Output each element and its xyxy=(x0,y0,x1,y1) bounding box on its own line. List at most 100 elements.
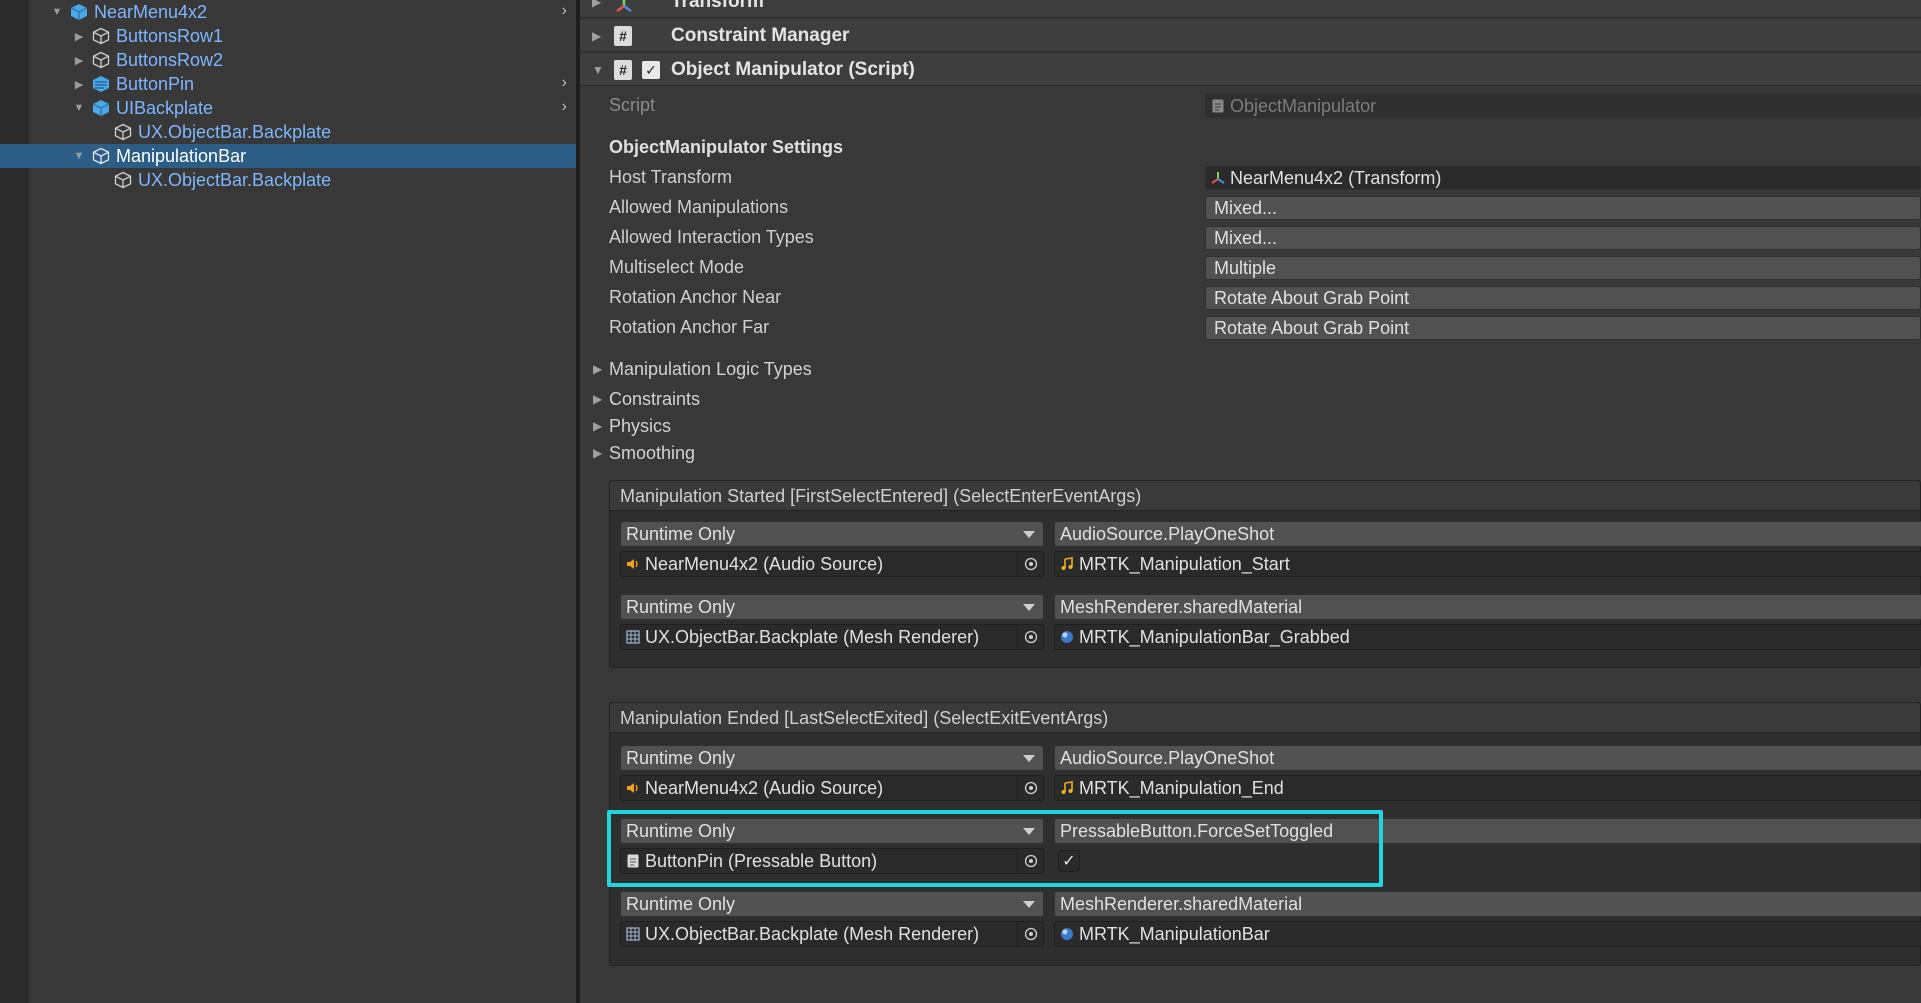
fold-arrow-icon: ▶ xyxy=(593,419,603,433)
component-header-transform[interactable]: ▶ Transform xyxy=(580,0,1921,18)
script-hash-icon: # xyxy=(614,60,632,80)
foldout-label: Manipulation Logic Types xyxy=(609,359,812,379)
prop-row-allowed-manipulations: Allowed Manipulations Mixed... xyxy=(580,195,1921,221)
prop-label: Rotation Anchor Far xyxy=(609,317,770,337)
prop-row-multiselect-mode: Multiselect Mode Multiple xyxy=(580,255,1921,281)
function-dropdown[interactable]: AudioSource.PlayOneShot xyxy=(1054,745,1921,771)
dropdown-value: Runtime Only xyxy=(626,523,736,544)
host-transform-field[interactable]: NearMenu4x2 (Transform) xyxy=(1205,166,1921,190)
component-title: Object Manipulator (Script) xyxy=(671,58,915,80)
fold-arrow-icon[interactable]: ▼ xyxy=(592,63,604,77)
field-value: MRTK_Manipulation_Start xyxy=(1079,553,1290,574)
hierarchy-item-ux-objectbar-backplate[interactable]: UX.ObjectBar.Backplate xyxy=(108,168,577,192)
multiselect-mode-dropdown[interactable]: Multiple xyxy=(1205,256,1921,280)
argument-object-field[interactable]: MRTK_Manipulation_Start xyxy=(1054,551,1921,577)
function-dropdown[interactable]: MeshRenderer.sharedMaterial xyxy=(1054,594,1921,620)
audio-source-icon xyxy=(625,780,641,796)
component-header-object-manipulator[interactable]: ▼ # ✓ Object Manipulator (Script) xyxy=(580,54,1921,86)
gameobject-cube-icon xyxy=(112,169,134,191)
prop-row-rotation-anchor-far: Rotation Anchor Far Rotate About Grab Po… xyxy=(580,315,1921,341)
function-dropdown[interactable]: MeshRenderer.sharedMaterial xyxy=(1054,891,1921,917)
foldout-label: Smoothing xyxy=(609,443,696,463)
foldout-smoothing[interactable]: ▶ Smoothing xyxy=(580,441,1180,467)
expand-arrow-icon[interactable]: ▼ xyxy=(72,102,86,114)
highlight-box xyxy=(607,810,1383,887)
object-picker-icon[interactable] xyxy=(1017,776,1043,800)
prop-label: Allowed Manipulations xyxy=(609,197,789,217)
hierarchy-item-label: UX.ObjectBar.Backplate xyxy=(138,121,332,142)
gameobject-cube-icon xyxy=(90,25,112,47)
foldout-label: Constraints xyxy=(609,389,701,409)
event-title: Manipulation Started [FirstSelectEntered… xyxy=(620,486,1142,506)
component-header-constraint-manager[interactable]: ▶ # Constraint Manager xyxy=(580,20,1921,52)
object-picker-icon[interactable] xyxy=(1017,552,1043,576)
chevron-down-icon xyxy=(1023,755,1035,762)
expand-arrow-icon[interactable]: ▶ xyxy=(72,78,86,91)
argument-object-field[interactable]: MRTK_ManipulationBar_Grabbed xyxy=(1054,624,1921,650)
target-object-field[interactable]: NearMenu4x2 (Audio Source) xyxy=(620,551,1044,577)
runtime-mode-dropdown[interactable]: Runtime Only xyxy=(620,891,1044,917)
transform-icon xyxy=(614,0,634,21)
hierarchy-item-nearmenu4x2[interactable]: ▼ NearMenu4x2 › xyxy=(50,0,577,24)
foldout-physics[interactable]: ▶ Physics xyxy=(580,414,1180,440)
rotation-anchor-near-dropdown[interactable]: Rotate About Grab Point xyxy=(1205,286,1921,310)
chevron-right-icon[interactable]: › xyxy=(562,98,567,116)
object-picker-icon[interactable] xyxy=(1017,625,1043,649)
hierarchy-item-ux-objectbar-backplate[interactable]: UX.ObjectBar.Backplate xyxy=(108,120,577,144)
object-picker-icon[interactable] xyxy=(1017,922,1043,946)
runtime-mode-dropdown[interactable]: Runtime Only xyxy=(620,745,1044,771)
foldout-label: Physics xyxy=(609,416,672,436)
expand-arrow-icon[interactable]: ▼ xyxy=(72,150,86,162)
hierarchy-item-buttonsrow1[interactable]: ▶ ButtonsRow1 xyxy=(72,24,577,48)
target-object-field[interactable]: UX.ObjectBar.Backplate (Mesh Renderer) xyxy=(620,624,1044,650)
field-value: MRTK_Manipulation_End xyxy=(1079,777,1284,798)
chevron-down-icon xyxy=(1023,531,1035,538)
allowed-interaction-types-dropdown[interactable]: Mixed... xyxy=(1205,226,1921,250)
field-value: NearMenu4x2 (Audio Source) xyxy=(645,777,884,798)
allowed-manipulations-dropdown[interactable]: Mixed... xyxy=(1205,196,1921,220)
prefab-cube-icon xyxy=(90,97,112,119)
audio-clip-icon xyxy=(1059,556,1075,572)
script-hash-icon: # xyxy=(614,26,632,46)
fold-arrow-icon: ▶ xyxy=(593,392,603,406)
hierarchy-item-buttonpin[interactable]: ▶ ButtonPin › xyxy=(72,72,577,96)
script-value: ObjectManipulator xyxy=(1230,95,1377,116)
chevron-down-icon xyxy=(1023,604,1035,611)
event-title: Manipulation Ended [LastSelectExited] (S… xyxy=(620,708,1109,728)
component-enabled-checkbox[interactable]: ✓ xyxy=(642,61,660,79)
foldout-constraints[interactable]: ▶ Constraints xyxy=(580,387,1180,413)
argument-object-field[interactable]: MRTK_Manipulation_End xyxy=(1054,775,1921,801)
mesh-renderer-icon xyxy=(625,629,641,645)
component-title: Constraint Manager xyxy=(671,24,850,46)
expand-arrow-icon[interactable]: ▼ xyxy=(50,6,64,18)
runtime-mode-dropdown[interactable]: Runtime Only xyxy=(620,594,1044,620)
target-object-field[interactable]: NearMenu4x2 (Audio Source) xyxy=(620,775,1044,801)
hierarchy-item-buttonsrow2[interactable]: ▶ ButtonsRow2 xyxy=(72,48,577,72)
hierarchy-item-label: NearMenu4x2 xyxy=(94,1,208,22)
field-value: UX.ObjectBar.Backplate (Mesh Renderer) xyxy=(645,923,980,944)
field-value: UX.ObjectBar.Backplate (Mesh Renderer) xyxy=(645,626,980,647)
chevron-right-icon[interactable]: › xyxy=(562,2,567,20)
foldout-manipulation-logic-types[interactable]: ▶ Manipulation Logic Types xyxy=(580,357,1180,383)
fold-arrow-icon[interactable]: ▶ xyxy=(592,0,601,9)
target-object-field[interactable]: UX.ObjectBar.Backplate (Mesh Renderer) xyxy=(620,921,1044,947)
script-field: ObjectManipulator xyxy=(1205,94,1921,118)
prop-label: Host Transform xyxy=(609,167,733,187)
event-manipulation-started: Manipulation Started [FirstSelectEntered… xyxy=(609,480,1921,668)
runtime-mode-dropdown[interactable]: Runtime Only xyxy=(620,521,1044,547)
material-sphere-icon xyxy=(1059,926,1075,942)
expand-arrow-icon[interactable]: ▶ xyxy=(72,30,86,43)
function-dropdown[interactable]: AudioSource.PlayOneShot xyxy=(1054,521,1921,547)
dropdown-value: Runtime Only xyxy=(626,596,736,617)
hierarchy-item-label: ButtonsRow2 xyxy=(116,49,224,70)
argument-object-field[interactable]: MRTK_ManipulationBar xyxy=(1054,921,1921,947)
hierarchy-item-uibackplate[interactable]: ▼ UIBackplate › xyxy=(72,96,577,120)
fold-arrow-icon: ▶ xyxy=(593,446,603,460)
rotation-anchor-far-dropdown[interactable]: Rotate About Grab Point xyxy=(1205,316,1921,340)
fold-arrow-icon[interactable]: ▶ xyxy=(592,29,601,43)
prop-label: Allowed Interaction Types xyxy=(609,227,814,247)
expand-arrow-icon[interactable]: ▶ xyxy=(72,54,86,67)
chevron-right-icon[interactable]: › xyxy=(562,74,567,92)
script-file-icon xyxy=(1210,98,1226,114)
hierarchy-item-manipulationbar[interactable]: ▼ ManipulationBar xyxy=(0,144,577,168)
